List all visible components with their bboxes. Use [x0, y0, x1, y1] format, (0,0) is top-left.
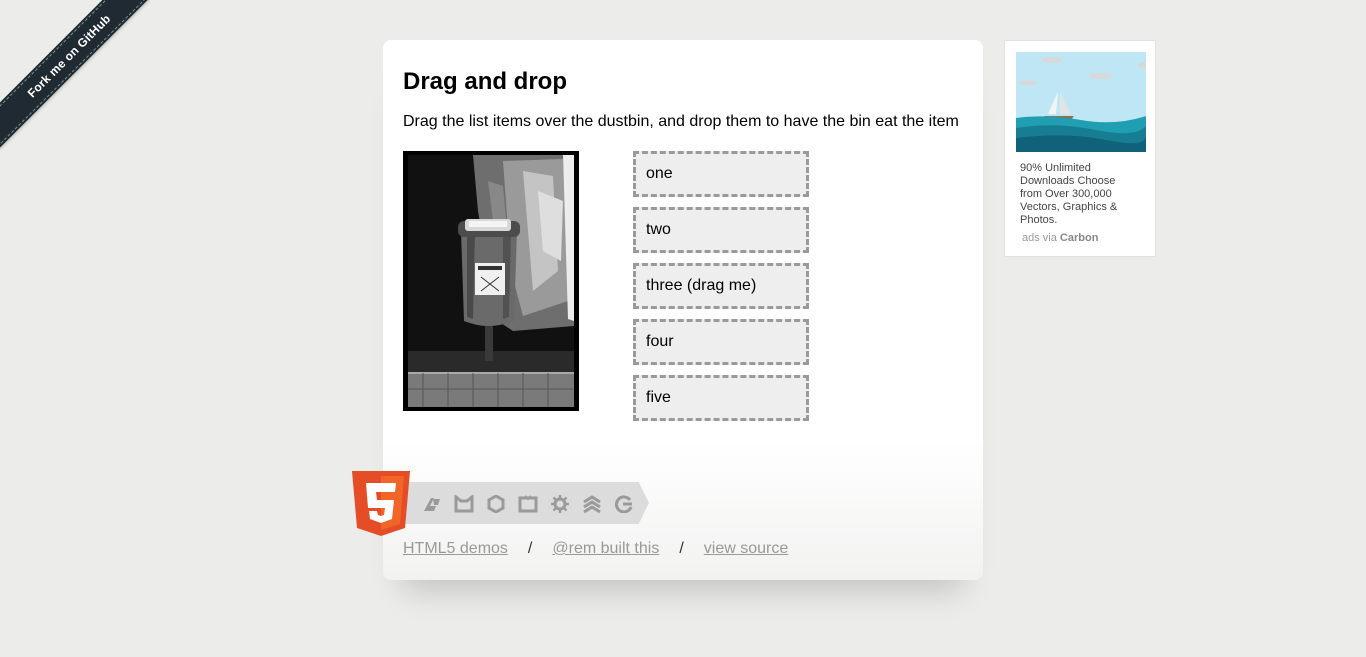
- html5-logo-icon: [352, 471, 410, 536]
- page-title: Drag and drop: [403, 68, 568, 95]
- ad-text[interactable]: 90% Unlimited Downloads Choose from Over…: [1020, 162, 1140, 227]
- list-item[interactable]: three (drag me): [633, 263, 809, 309]
- rem-built-this-link[interactable]: @rem built this: [552, 540, 659, 557]
- css3-styling-icon: [583, 495, 601, 513]
- performance-icon: [551, 495, 569, 513]
- device-access-icon: [487, 495, 505, 513]
- list-item[interactable]: two: [633, 207, 809, 253]
- ad-via[interactable]: ads via Carbon: [1022, 232, 1098, 244]
- footer-links: HTML5 demos / @rem built this / view source: [403, 540, 788, 558]
- dustbin-drop-target[interactable]: [403, 151, 579, 411]
- footer-separator: /: [527, 540, 533, 557]
- html5-badge[interactable]: [352, 471, 662, 537]
- semantics-icon: [424, 498, 440, 511]
- view-source-link[interactable]: view source: [704, 540, 788, 557]
- multimedia-icon: [615, 495, 633, 513]
- fork-ribbon-wrap: Fork me on GitHub: [0, 0, 150, 150]
- offline-storage-icon: [454, 495, 474, 513]
- carbon-ad: 90% Unlimited Downloads Choose from Over…: [1004, 40, 1156, 257]
- list-item[interactable]: one: [633, 151, 809, 197]
- ad-via-brand: Carbon: [1059, 232, 1099, 244]
- fork-me-ribbon[interactable]: Fork me on GitHub: [0, 0, 150, 150]
- connectivity-icon: [518, 495, 538, 513]
- html5-demos-link[interactable]: HTML5 demos: [403, 540, 508, 557]
- list-item[interactable]: four: [633, 319, 809, 365]
- ad-image[interactable]: [1016, 52, 1146, 152]
- draggable-list: one two three (drag me) four five: [633, 151, 809, 431]
- page-description: Drag the list items over the dustbin, an…: [403, 113, 959, 130]
- dustbin-image: [403, 151, 579, 411]
- footer-separator: /: [679, 540, 684, 557]
- list-item[interactable]: five: [633, 375, 809, 421]
- ad-via-prefix: ads via: [1022, 232, 1057, 244]
